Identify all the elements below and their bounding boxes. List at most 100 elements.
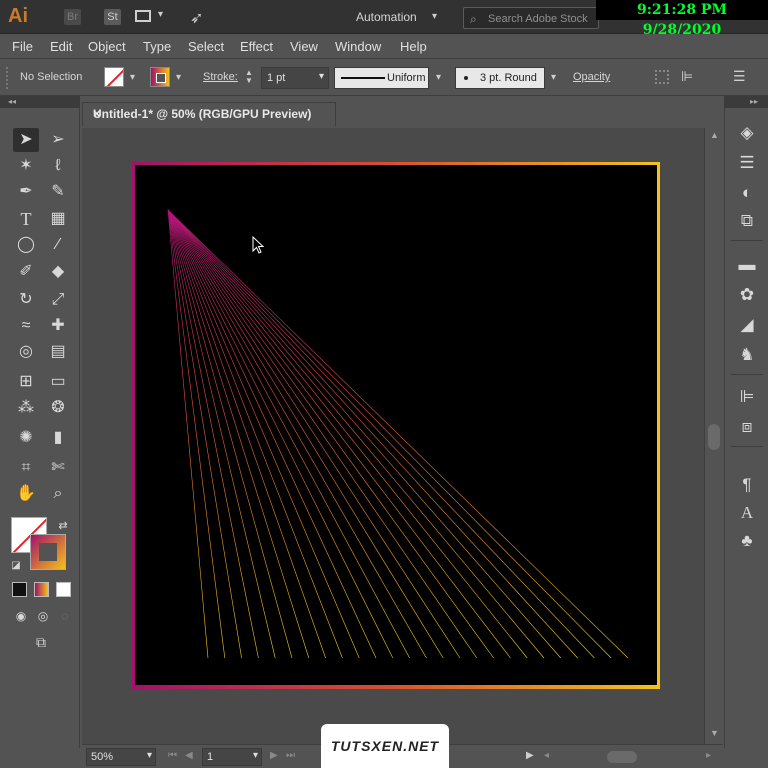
menu-help[interactable]: Help <box>400 39 427 54</box>
grid-icon[interactable]: ▦ <box>45 207 71 231</box>
chevron-down-icon[interactable]: ▾ <box>319 71 324 82</box>
scroll-down-icon[interactable]: ▼ <box>710 728 719 738</box>
curvature-icon[interactable]: ✎ <box>45 180 71 204</box>
last-artboard-icon[interactable]: ⏭ <box>286 750 295 761</box>
menu-window[interactable]: Window <box>335 39 381 54</box>
blend-icon[interactable]: ❂ <box>45 396 71 420</box>
swatches-icon[interactable]: ▬ <box>733 252 761 278</box>
variable-width-profile[interactable]: Uniform <box>334 67 429 89</box>
chevron-down-icon[interactable]: ▾ <box>176 72 181 83</box>
paintbrush-icon[interactable]: ⁄ <box>45 233 71 257</box>
layers-icon[interactable]: ◈ <box>733 120 761 146</box>
vertical-scrollbar[interactable]: ▲ ▼ <box>704 128 723 744</box>
horizontal-scroll-thumb[interactable] <box>607 751 637 763</box>
gradient-icon[interactable]: ▭ <box>45 370 71 394</box>
direct-selection-icon[interactable]: ➢ <box>45 128 71 152</box>
menu-file[interactable]: File <box>12 39 33 54</box>
zoom-icon[interactable]: ⌕ <box>45 482 71 506</box>
column-graph-icon[interactable]: ▮ <box>45 426 71 450</box>
bridge-button[interactable]: Br <box>64 9 81 25</box>
zoom-field[interactable]: 50% ▾ <box>86 748 156 766</box>
swap-fill-stroke-icon[interactable]: ⇄ <box>50 514 76 538</box>
chevron-down-icon[interactable]: ▾ <box>253 750 258 761</box>
slice-icon[interactable]: ✄ <box>45 456 71 480</box>
stroke-weight-field[interactable]: 1 pt ▾ <box>261 67 329 89</box>
rotate-icon[interactable]: ↻ <box>13 288 39 312</box>
shape-builder-icon[interactable]: ◎ <box>13 340 39 364</box>
first-artboard-icon[interactable]: ⏮ <box>168 750 177 761</box>
shaper-icon[interactable]: ✐ <box>13 260 39 284</box>
search-input[interactable] <box>488 11 596 26</box>
workspace-switcher[interactable]: Automation <box>356 10 417 24</box>
scroll-up-icon[interactable]: ▲ <box>710 130 719 140</box>
chevron-down-icon[interactable]: ▾ <box>432 11 437 22</box>
grip-handle[interactable] <box>6 67 10 89</box>
symbols-icon[interactable]: ♞ <box>733 342 761 368</box>
stroke-swatch[interactable] <box>150 67 170 87</box>
ellipse-icon[interactable]: ◯ <box>13 233 39 257</box>
scroll-thumb[interactable] <box>708 424 720 450</box>
pen-icon[interactable]: ✒ <box>13 180 39 204</box>
canvas-area[interactable] <box>82 128 704 744</box>
magic-wand-icon[interactable]: ✶ <box>13 154 39 178</box>
previous-artboard-icon[interactable]: ◀ <box>185 750 193 761</box>
scroll-left-icon[interactable]: ◂ <box>544 750 549 761</box>
brush-definition[interactable]: 3 pt. Round <box>455 67 545 89</box>
chevron-down-icon[interactable]: ▾ <box>147 750 152 761</box>
perspective-grid-icon[interactable]: ▤ <box>45 340 71 364</box>
artboard[interactable] <box>132 162 660 692</box>
lasso-icon[interactable]: ℓ <box>45 154 71 178</box>
menu-type[interactable]: Type <box>143 39 171 54</box>
chevron-down-icon[interactable]: ▾ <box>551 72 556 83</box>
eraser-icon[interactable]: ◆ <box>45 260 71 284</box>
artboard-icon[interactable]: ⌗ <box>13 456 39 480</box>
default-colors-icon[interactable]: ◪ <box>3 554 29 578</box>
paragraph-icon[interactable]: ¶ <box>733 472 761 498</box>
none-mode-icon[interactable] <box>56 582 71 597</box>
symbol-sprayer-icon[interactable]: ✺ <box>13 426 39 450</box>
draw-inside-icon[interactable]: ◌ <box>52 604 78 628</box>
arrange-documents-icon[interactable] <box>135 10 151 22</box>
opacity-label[interactable]: Opacity <box>573 71 610 83</box>
mesh-icon[interactable]: ⊞ <box>13 370 39 394</box>
stock-button[interactable]: St <box>104 9 121 25</box>
transform-icon[interactable]: ⧉ <box>733 208 761 234</box>
menu-object[interactable]: Object <box>88 39 126 54</box>
panel-menu-icon[interactable]: ☰ <box>733 68 746 85</box>
align-icon[interactable] <box>655 70 669 84</box>
hand-icon[interactable]: ✋ <box>13 482 39 506</box>
chevron-down-icon[interactable]: ▾ <box>436 72 441 83</box>
artboard-number-field[interactable]: 1 ▾ <box>202 748 262 766</box>
selection-icon[interactable]: ➤ <box>13 128 39 152</box>
menu-select[interactable]: Select <box>188 39 224 54</box>
collapse-panels-icon[interactable]: ▸▸ <box>724 96 768 108</box>
gradient-mode-icon[interactable] <box>34 582 49 597</box>
properties-icon[interactable]: ☰ <box>733 150 761 176</box>
stroke-color-box[interactable] <box>30 534 66 570</box>
puppet-warp-icon[interactable]: ✚ <box>45 314 71 338</box>
feather-icon[interactable]: ➶ <box>190 8 203 28</box>
eyedropper-icon[interactable]: ⁂ <box>13 396 39 420</box>
color-mode-icon[interactable] <box>12 582 27 597</box>
align-icon[interactable]: ⊫ <box>733 384 761 410</box>
brushes-icon[interactable]: ◢ <box>733 312 761 338</box>
appearance-icon[interactable]: ◐ <box>733 180 761 206</box>
glyphs-icon[interactable]: ♣ <box>733 528 761 554</box>
document-tab[interactable]: Untitled-1* @ 50% (RGB/GPU Preview) × <box>82 102 336 126</box>
stroke-stepper[interactable]: ▲ ▼ <box>245 69 253 85</box>
color-icon[interactable]: ✿ <box>733 282 761 308</box>
stroke-label[interactable]: Stroke: <box>203 71 238 83</box>
chevron-down-icon[interactable]: ▾ <box>130 72 135 83</box>
screen-mode-icon[interactable]: ⧉ <box>28 630 54 654</box>
width-icon[interactable]: ≈ <box>13 314 39 338</box>
fill-swatch[interactable] <box>104 67 124 87</box>
collapse-tools-icon[interactable]: ◂◂ <box>0 96 80 108</box>
chevron-down-icon[interactable]: ▾ <box>158 9 163 20</box>
transform-icon[interactable]: ⊫ <box>681 68 693 85</box>
type-icon[interactable]: T <box>13 207 39 231</box>
status-menu-arrow-icon[interactable]: ▶ <box>526 750 534 761</box>
stock-search[interactable]: ⌕ <box>463 7 599 29</box>
scroll-right-icon[interactable]: ▸ <box>706 750 711 761</box>
next-artboard-icon[interactable]: ▶ <box>270 750 278 761</box>
menu-effect[interactable]: Effect <box>240 39 273 54</box>
